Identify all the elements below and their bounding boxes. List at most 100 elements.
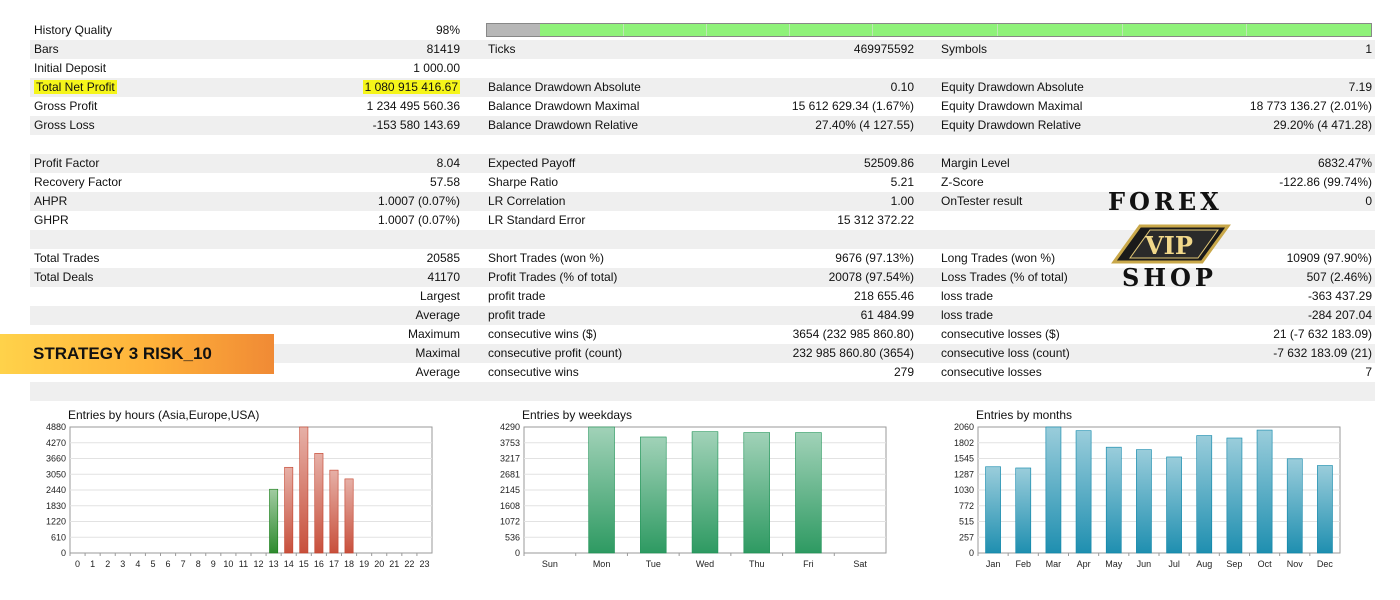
- y-tick-label: 1608: [500, 501, 520, 511]
- x-tick-label: 17: [329, 559, 339, 569]
- stat-label: AHPR: [34, 194, 68, 208]
- chart-months-title: Entries by months: [976, 408, 1073, 422]
- stat-label: Symbols: [941, 42, 988, 56]
- x-tick-label: 1: [90, 559, 95, 569]
- x-tick-label: 3: [120, 559, 125, 569]
- y-tick-label: 0: [61, 548, 66, 558]
- bar: [269, 488, 279, 554]
- history-quality-tick: [997, 24, 999, 36]
- stat-value: Average: [415, 308, 460, 322]
- x-tick-label: Feb: [1015, 559, 1031, 569]
- stat-label: loss trade: [941, 308, 994, 322]
- stat-value: 1 000.00: [413, 61, 460, 75]
- stat-value: 1.0007 (0.07%): [377, 194, 460, 208]
- stat-value: [670, 59, 914, 78]
- bar: [1317, 465, 1333, 554]
- stat-value: 20078 (97.54%): [828, 270, 914, 284]
- stat-label: consecutive profit (count): [488, 346, 623, 360]
- stat-value: [670, 230, 914, 249]
- stat-value: [230, 382, 460, 401]
- report-row: Profit Factor 8.04 Expected Payoff 52509.86…: [30, 154, 1375, 173]
- stat-label: consecutive losses: [941, 365, 1042, 379]
- x-tick-label: 20: [374, 559, 384, 569]
- stat-value: 0.10: [890, 80, 914, 94]
- stat-value: 232 985 860.80 (3654): [792, 346, 914, 360]
- stat-value: 18 773 136.27 (2.01%): [1249, 99, 1372, 113]
- bar: [344, 478, 354, 554]
- bar: [1136, 449, 1152, 554]
- report-row: Bars 81419 Ticks 469975592 Symbols 1: [30, 40, 1375, 59]
- x-tick-label: Tue: [646, 559, 661, 569]
- x-tick-label: Aug: [1196, 559, 1212, 569]
- y-tick-label: 610: [51, 532, 66, 542]
- stat-value: -7 632 183.09 (21): [1273, 346, 1372, 360]
- stat-value: 469975592: [853, 42, 914, 56]
- stat-value: 57.58: [429, 175, 460, 189]
- logo-text-top: FOREX: [1108, 187, 1223, 216]
- x-tick-label: 12: [254, 559, 264, 569]
- y-tick-label: 0: [969, 548, 974, 558]
- stat-value: Largest: [419, 289, 460, 303]
- y-tick-label: 3050: [46, 469, 66, 479]
- bar: [284, 466, 294, 554]
- history-quality-row: History Quality 98%: [30, 21, 1375, 40]
- y-tick-label: 1802: [954, 438, 974, 448]
- bar: [1196, 435, 1213, 554]
- stat-value: 7.19: [1348, 80, 1372, 94]
- x-tick-label: Jan: [986, 559, 1001, 569]
- stat-value: [1130, 382, 1372, 401]
- x-tick-label: 15: [299, 559, 309, 569]
- x-tick-label: Jul: [1168, 559, 1180, 569]
- stat-label: Recovery Factor: [34, 175, 123, 189]
- stat-label: Profit Factor: [34, 156, 100, 170]
- stat-value: 218 655.46: [853, 289, 914, 303]
- stat-value: 5.21: [890, 175, 914, 189]
- y-tick-label: 3660: [46, 454, 66, 464]
- chart-hours-svg: 061012201830244030503660427048800 1 2 3 4 5 6 7…: [46, 422, 433, 569]
- x-tick-label: 23: [419, 559, 429, 569]
- x-tick-label: 5: [150, 559, 155, 569]
- stat-value: -284 207.04: [1307, 308, 1372, 322]
- stat-label: Gross Loss: [34, 118, 95, 132]
- stat-label: Sharpe Ratio: [488, 175, 559, 189]
- stat-label: Gross Profit: [34, 99, 98, 113]
- x-tick-label: 13: [269, 559, 279, 569]
- stat-label: LR Standard Error: [488, 213, 586, 227]
- stat-value: [230, 230, 460, 249]
- y-tick-label: 4880: [46, 422, 66, 432]
- history-quality-label: History Quality: [34, 23, 113, 37]
- history-quality-tick: [789, 24, 791, 36]
- x-tick-label: 6: [166, 559, 171, 569]
- stat-label: consecutive losses ($): [941, 327, 1060, 341]
- stat-label: Equity Drawdown Relative: [941, 118, 1082, 132]
- x-tick-label: 22: [404, 559, 414, 569]
- highlighted-label: Total Net Profit: [34, 80, 117, 94]
- y-tick-label: 515: [959, 517, 974, 527]
- y-tick-label: 772: [959, 501, 974, 511]
- x-tick-label: Fri: [803, 559, 814, 569]
- stat-value: [230, 135, 460, 154]
- stat-label: consecutive wins: [488, 365, 579, 379]
- history-quality-tick: [623, 24, 625, 36]
- history-quality-tick: [1246, 24, 1248, 36]
- bar: [1045, 426, 1062, 554]
- stat-value: 29.20% (4 471.28): [1273, 118, 1372, 132]
- stat-value: 1 234 495 560.36: [366, 99, 460, 113]
- stat-value: 6832.47%: [1317, 156, 1372, 170]
- bar: [743, 432, 770, 554]
- stat-label: Short Trades (won %): [488, 251, 605, 265]
- y-tick-label: 1545: [954, 454, 974, 464]
- y-tick-label: 1830: [46, 501, 66, 511]
- forex-vip-shop-logo: FOREX VIP SHOP: [1100, 184, 1250, 294]
- stat-value: 52509.86: [863, 156, 914, 170]
- chart-weekdays-svg: 0 536 1072 1608 2145 2681 3217 3753 4290 Sun Mon Tu…: [500, 422, 887, 569]
- stat-label: Margin Level: [941, 156, 1010, 170]
- bar: [795, 432, 822, 554]
- bar: [1286, 458, 1303, 554]
- x-tick-label: Thu: [749, 559, 765, 569]
- x-tick-label: 4: [135, 559, 140, 569]
- bar: [1015, 467, 1032, 554]
- report-row: Total Net Profit 1 080 915 416.67 Balance …: [30, 78, 1375, 97]
- x-tick-label: Oct: [1258, 559, 1273, 569]
- y-tick-label: 2681: [500, 469, 520, 479]
